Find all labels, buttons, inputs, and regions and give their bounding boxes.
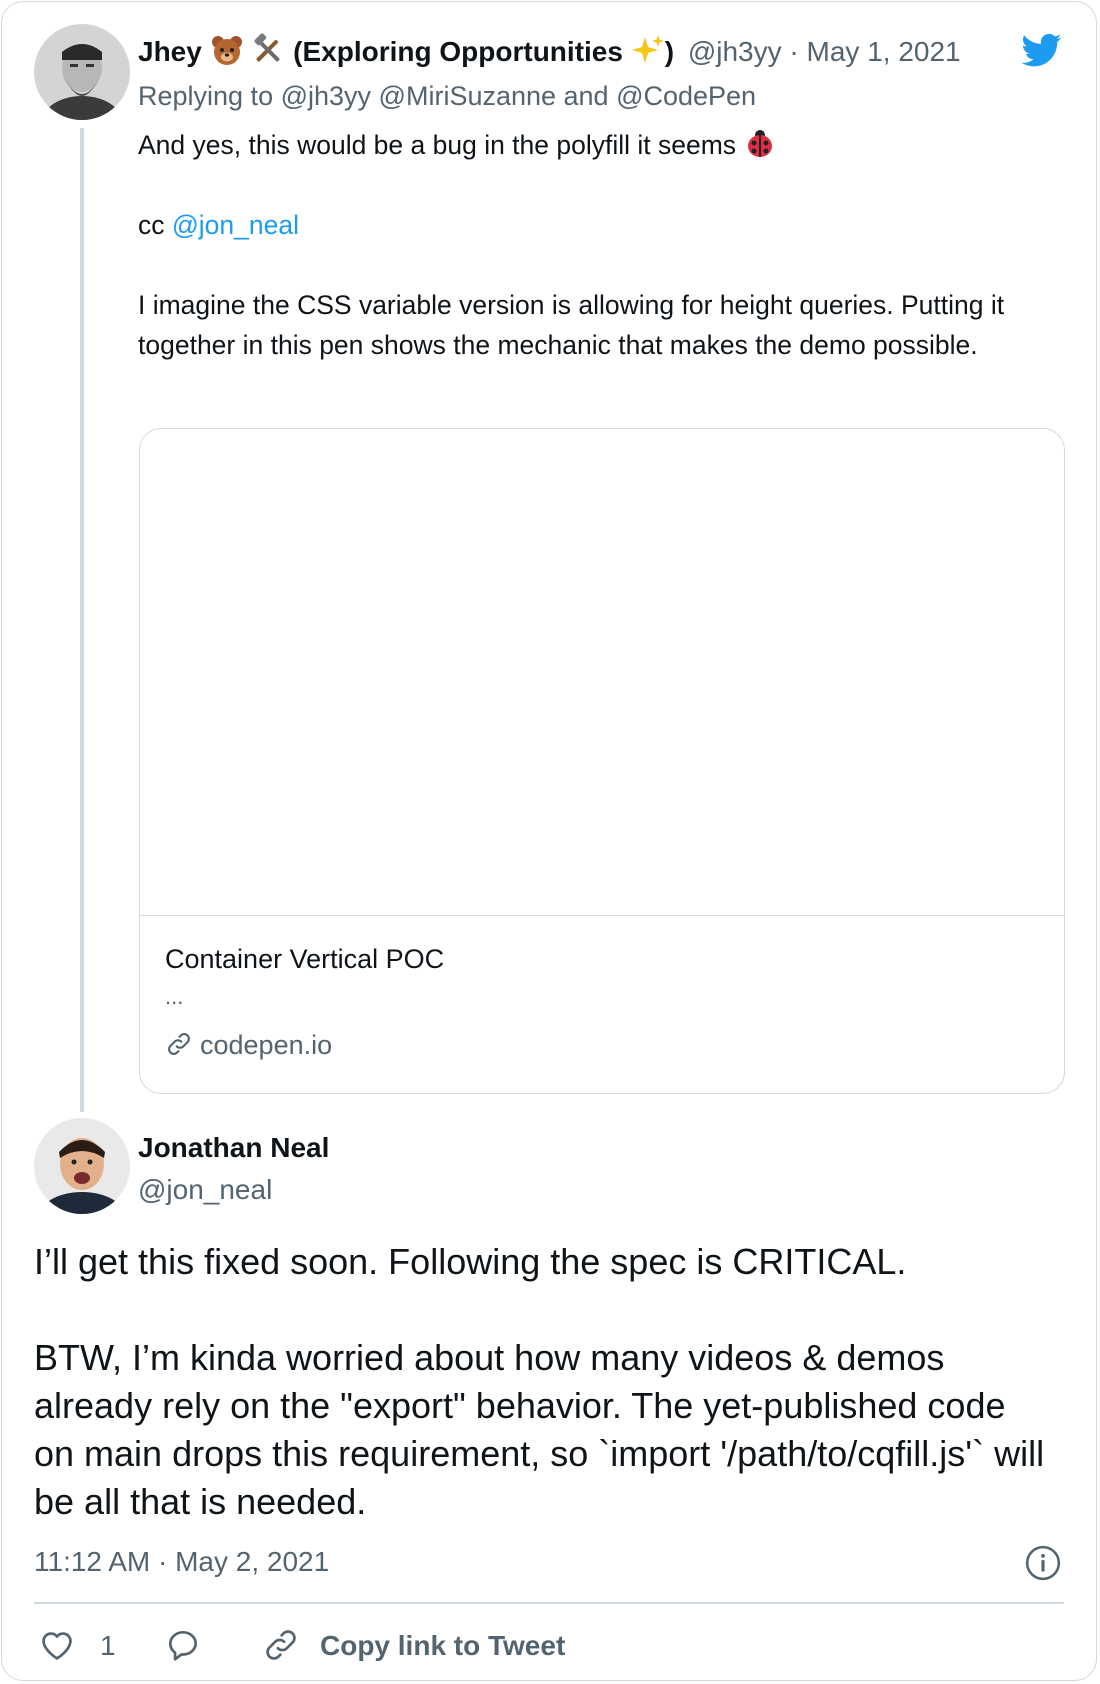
reply-bubble-icon[interactable] [164,1626,204,1666]
card-title: Container Vertical POC [165,944,445,974]
mention-link[interactable]: @jon_neal [172,210,299,240]
author-name[interactable]: Jhey [138,36,202,67]
parent-tweet-header: Jhey (Exploring Opportunities ) @jh3yy ·… [138,32,961,72]
cc-prefix: cc [138,210,165,240]
card-description: ... [165,984,184,1009]
author-name-close: ) [664,36,675,67]
like-button[interactable]: 1 [38,1626,116,1666]
copy-link-label: Copy link to Tweet [320,1630,566,1661]
tools-emoji-icon [251,33,285,67]
tweet-date[interactable]: May 1, 2021 [807,36,961,67]
divider [34,1602,1064,1604]
link-icon [165,1030,195,1060]
info-icon[interactable] [1024,1544,1062,1582]
author-handle[interactable]: @jh3yy [688,36,782,67]
card-domain-row: codepen.io [165,1027,332,1063]
avatar[interactable] [34,24,130,120]
parent-paragraph: I imagine the CSS variable version is al… [138,290,1005,360]
line1-text: And yes, this would be a bug in the poly… [138,130,737,160]
main-tweet-timestamp[interactable]: 11:12 AM · May 2, 2021 [34,1542,329,1582]
main-tweet-para2: BTW, I’m kinda worried about how many vi… [34,1337,1045,1522]
replying-mentions[interactable]: @jh3yy @MiriSuzanne and @CodePen [281,81,756,111]
twitter-bird-icon[interactable] [1018,30,1066,70]
thread-connector-line [80,128,84,1112]
avatar[interactable] [34,1118,130,1214]
main-tweet-body: I’ll get this fixed soon. Following the … [34,1238,1054,1526]
parent-tweet-line1: And yes, this would be a bug in the poly… [138,125,1058,165]
bear-emoji-icon [210,33,244,67]
main-tweet-para1: I’ll get this fixed soon. Following the … [34,1241,907,1282]
header-separator: · [789,36,799,67]
cc-line: cc @jon_neal [138,205,1058,245]
replying-prefix: Replying to [138,81,274,111]
link-preview-card[interactable]: Container Vertical POC ... codepen.io [139,428,1065,1094]
copy-link-button[interactable]: Copy link to Tweet [262,1626,565,1666]
replying-to-line: Replying to @jh3yy @MiriSuzanne and @Cod… [138,76,756,116]
link-icon [262,1626,302,1666]
ladybug-emoji-icon [743,126,777,160]
like-count: 1 [100,1630,116,1661]
sparkles-emoji-icon [631,33,665,67]
card-image-area[interactable] [140,429,1064,916]
parent-tweet-body: And yes, this would be a bug in the poly… [138,125,1058,365]
heart-icon [38,1626,78,1666]
main-author-handle[interactable]: @jon_neal [138,1170,272,1210]
card-domain[interactable]: codepen.io [200,1027,332,1063]
author-name-suffix: (Exploring Opportunities [293,36,623,67]
main-author-name[interactable]: Jonathan Neal [138,1128,329,1168]
